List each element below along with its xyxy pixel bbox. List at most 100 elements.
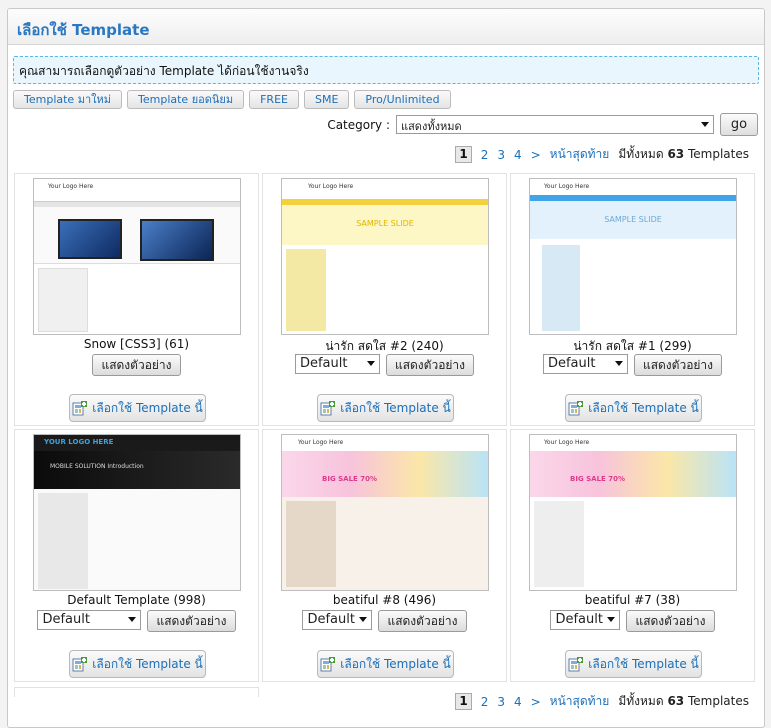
template-thumbnail[interactable]: Your Logo Here BIG SALE 70% xyxy=(281,434,489,591)
page-next[interactable]: > xyxy=(531,695,541,709)
tab-free[interactable]: FREE xyxy=(249,90,299,109)
page-last[interactable]: หน้าสุดท้าย xyxy=(550,692,610,711)
variant-select[interactable]: Default xyxy=(302,610,373,630)
template-card: Your Logo Here Snow [CSS3] (61) แสดงตัวอย่… xyxy=(14,173,259,426)
tab-pro-unlimited[interactable]: Pro/Unlimited xyxy=(354,90,451,109)
thumb-banner: MOBILE SOLUTION Introduction xyxy=(34,451,240,489)
page-link-3[interactable]: 3 xyxy=(497,695,505,709)
category-selected-value: แสดงทั้งหมด xyxy=(401,120,462,133)
template-controls: Default แสดงตัวอย่าง xyxy=(511,354,754,376)
thumb-banner: SAMPLE SLIDE xyxy=(282,205,488,245)
template-page-icon xyxy=(568,656,584,672)
choose-template-label: เลือกใช้ Template นี้ xyxy=(340,400,451,415)
template-card: YOUR LOGO HERE MOBILE SOLUTION Introducti… xyxy=(14,429,259,682)
info-notice: คุณสามารถเลือกดูตัวอย่าง Template ได้ก่อ… xyxy=(13,56,759,84)
page-link-3[interactable]: 3 xyxy=(497,148,505,162)
preview-button[interactable]: แสดงตัวอย่าง xyxy=(626,610,715,632)
choose-template-button[interactable]: เลือกใช้ Template นี้ xyxy=(565,650,702,678)
total-suffix: Templates xyxy=(687,147,749,161)
variant-selected-value: Default xyxy=(307,612,355,627)
thumb-logo: Your Logo Here xyxy=(530,435,736,451)
template-card: Your Logo Here BIG SALE 70% beatiful #8 (4… xyxy=(262,429,507,682)
preview-button[interactable]: แสดงตัวอย่าง xyxy=(385,354,475,376)
template-page-icon xyxy=(72,656,88,672)
total-count: มีทั้งหมด 63 Templates xyxy=(618,145,749,164)
choose-template-label: เลือกใช้ Template นี้ xyxy=(340,656,451,671)
page-link-4[interactable]: 4 xyxy=(514,695,522,709)
choose-template-button[interactable]: เลือกใช้ Template นี้ xyxy=(69,650,206,678)
template-thumbnail[interactable]: YOUR LOGO HERE MOBILE SOLUTION Introducti… xyxy=(33,434,241,591)
choose-template-label: เลือกใช้ Template นี้ xyxy=(588,400,699,415)
page-current: 1 xyxy=(455,146,472,163)
page-last[interactable]: หน้าสุดท้าย xyxy=(550,145,610,164)
thumb-logo: Your Logo Here xyxy=(34,179,240,201)
total-count: มีทั้งหมด 63 Templates xyxy=(618,692,749,711)
thumb-logo: Your Logo Here xyxy=(282,179,488,199)
variant-select[interactable]: Default xyxy=(37,610,142,630)
go-button[interactable]: go xyxy=(720,113,758,136)
choose-template-button[interactable]: เลือกใช้ Template นี้ xyxy=(565,394,702,422)
chevron-down-icon xyxy=(701,122,709,127)
tab-sme[interactable]: SME xyxy=(303,90,350,109)
variant-selected-value: Default xyxy=(555,612,603,627)
preview-button[interactable]: แสดงตัวอย่าง xyxy=(92,354,181,376)
pagination-top: 1 2 3 4 > หน้าสุดท้าย มีทั้งหมด 63 Templ… xyxy=(455,145,749,164)
category-select[interactable]: แสดงทั้งหมด xyxy=(396,115,714,134)
tab-new-templates[interactable]: Template มาใหม่ xyxy=(13,90,122,109)
page-next[interactable]: > xyxy=(531,148,541,162)
chevron-down-icon xyxy=(614,361,623,366)
total-prefix: มีทั้งหมด xyxy=(618,694,664,708)
choose-template-label: เลือกใช้ Template นี้ xyxy=(588,656,699,671)
variant-select[interactable]: Default xyxy=(542,354,628,374)
variant-selected-value: Default xyxy=(299,356,348,371)
chevron-down-icon xyxy=(128,617,137,622)
template-page-icon xyxy=(320,656,336,672)
variant-select[interactable]: Default xyxy=(294,354,380,374)
choose-template-button[interactable]: เลือกใช้ Template นี้ xyxy=(317,394,454,422)
category-filter: Category : แสดงทั้งหมด go xyxy=(327,113,758,136)
template-card: Your Logo Here SAMPLE SLIDE น่ารัก สดใส #2… xyxy=(262,173,507,426)
preview-button[interactable]: แสดงตัวอย่าง xyxy=(378,610,467,632)
variant-selected-value: Default xyxy=(547,356,596,371)
page-link-2[interactable]: 2 xyxy=(481,148,489,162)
total-prefix: มีทั้งหมด xyxy=(618,147,664,161)
template-controls: Default แสดงตัวอย่าง xyxy=(15,610,258,632)
chevron-down-icon xyxy=(366,361,375,366)
template-controls: Default แสดงตัวอย่าง xyxy=(263,354,506,376)
template-controls: Default แสดงตัวอย่าง xyxy=(263,610,506,632)
template-title: Default Template (998) xyxy=(67,593,206,607)
thumb-banner: BIG SALE 70% xyxy=(530,451,736,497)
tab-popular-templates[interactable]: Template ยอดนิยม xyxy=(127,90,245,109)
template-thumbnail[interactable]: Your Logo Here SAMPLE SLIDE xyxy=(281,178,489,335)
template-thumbnail[interactable]: Your Logo Here SAMPLE SLIDE xyxy=(529,178,737,335)
template-page-icon xyxy=(568,400,584,416)
variant-selected-value: Default xyxy=(42,612,90,627)
choose-template-button[interactable]: เลือกใช้ Template นี้ xyxy=(69,394,206,422)
page-link-4[interactable]: 4 xyxy=(514,148,522,162)
page-link-2[interactable]: 2 xyxy=(481,695,489,709)
template-controls: Default แสดงตัวอย่าง xyxy=(511,610,754,632)
template-thumbnail[interactable]: Your Logo Here BIG SALE 70% xyxy=(529,434,737,591)
template-page-icon xyxy=(320,400,336,416)
preview-button[interactable]: แสดงตัวอย่าง xyxy=(147,610,236,632)
total-number: 63 xyxy=(667,694,685,708)
thumb-banner: BIG SALE 70% xyxy=(282,451,488,497)
template-thumbnail[interactable]: Your Logo Here xyxy=(33,178,241,335)
variant-select[interactable]: Default xyxy=(550,610,621,630)
pagination-bottom: 1 2 3 4 > หน้าสุดท้าย มีทั้งหมด 63 Templ… xyxy=(455,692,749,711)
choose-template-button[interactable]: เลือกใช้ Template นี้ xyxy=(317,650,454,678)
template-card xyxy=(14,687,259,697)
thumb-banner: SAMPLE SLIDE xyxy=(530,201,736,239)
template-controls: แสดงตัวอย่าง xyxy=(15,354,258,376)
category-label: Category : xyxy=(327,117,390,132)
template-panel: เลือกใช้ Template คุณสามารถเลือกดูตัวอย่… xyxy=(7,8,765,728)
total-suffix: Templates xyxy=(687,694,749,708)
template-title: beatiful #7 (38) xyxy=(584,593,681,607)
preview-button[interactable]: แสดงตัวอย่าง xyxy=(633,354,723,376)
panel-title: เลือกใช้ Template xyxy=(8,9,764,45)
template-card: Your Logo Here SAMPLE SLIDE น่ารัก สดใส #1… xyxy=(510,173,755,426)
chevron-down-icon xyxy=(607,617,616,622)
choose-template-label: เลือกใช้ Template นี้ xyxy=(92,400,203,415)
page-current: 1 xyxy=(455,693,472,710)
template-page-icon xyxy=(72,400,88,416)
